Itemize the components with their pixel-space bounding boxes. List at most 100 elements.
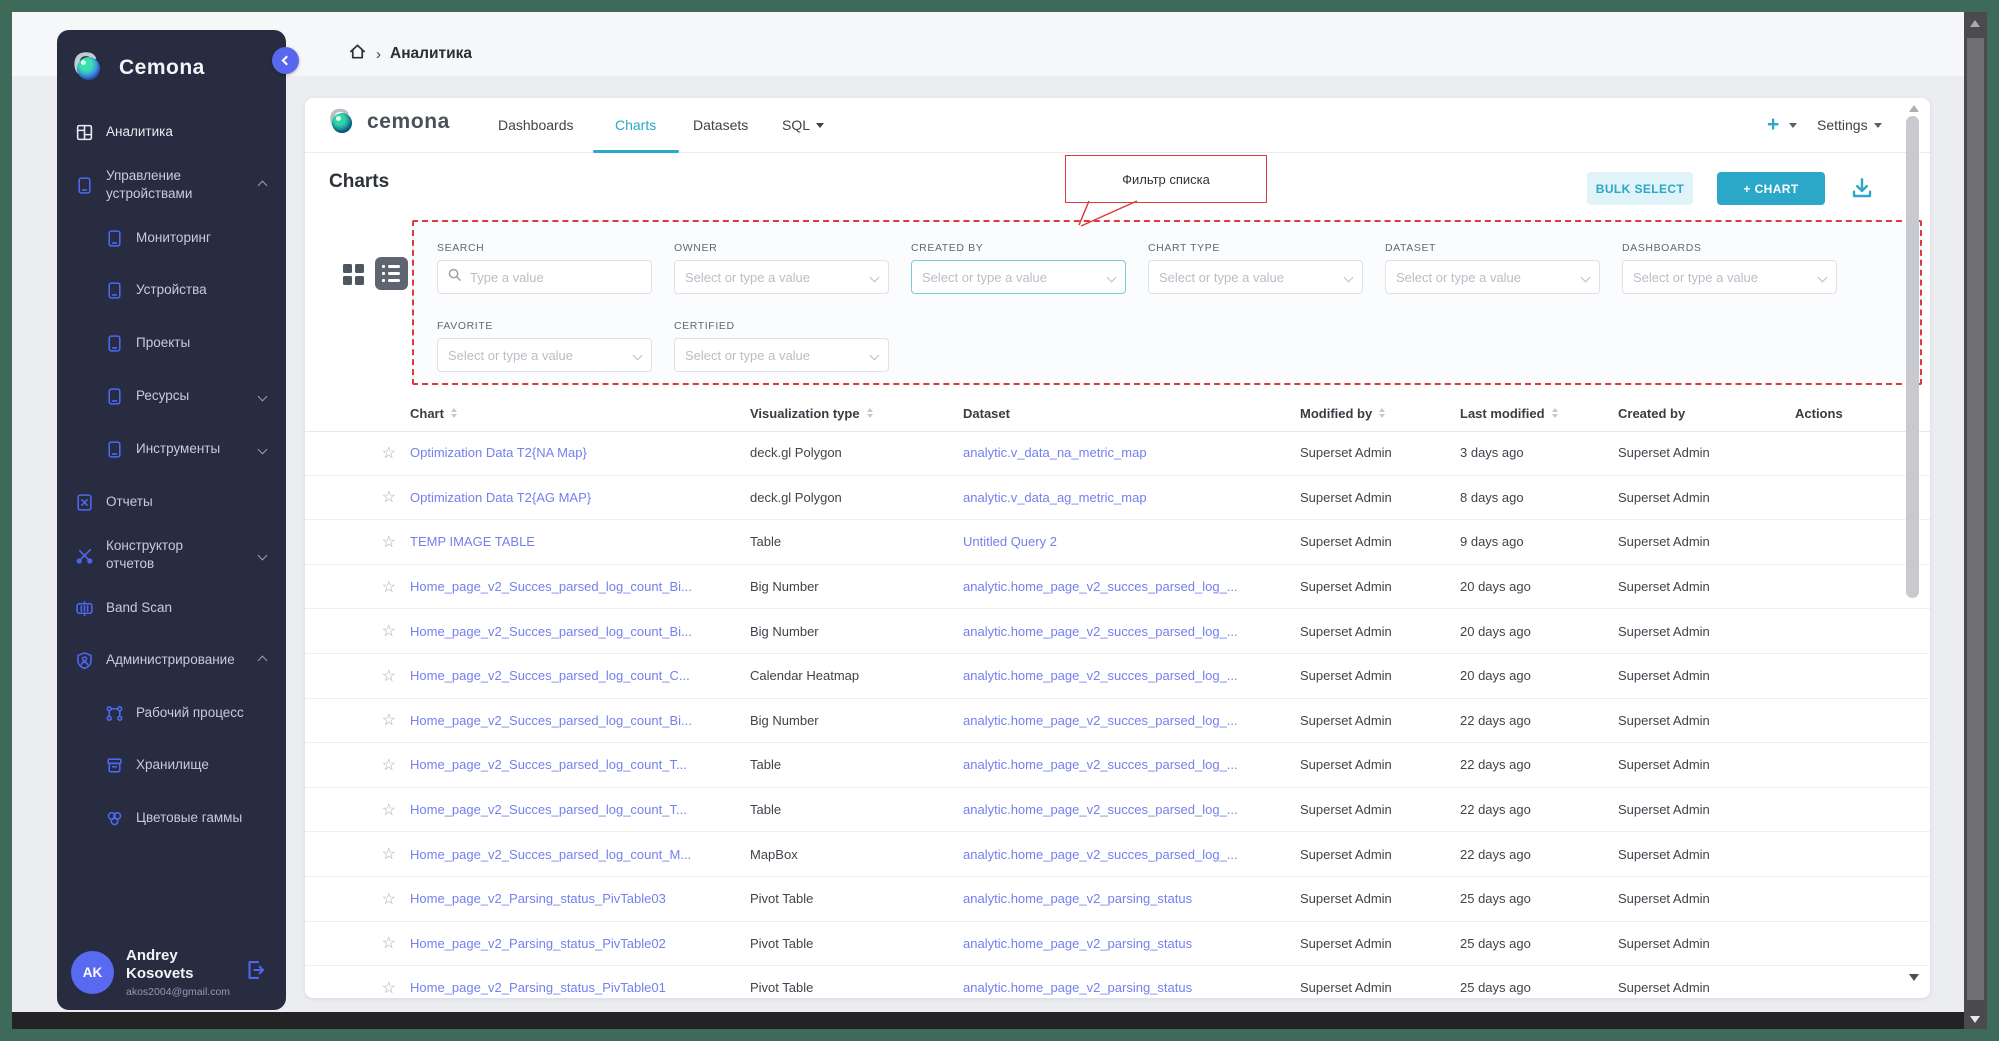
owner-select[interactable]: Select or type a value	[674, 260, 889, 294]
sidebar-collapse-button[interactable]	[272, 47, 299, 74]
favorite-star-button[interactable]: ☆	[382, 443, 410, 463]
dataset-link[interactable]: analytic.home_page_v2_parsing_status	[963, 891, 1300, 906]
scrollbar-thumb[interactable]	[1967, 38, 1984, 1000]
tab-dashboards[interactable]: Dashboards	[498, 98, 574, 152]
caret-down-icon	[816, 123, 824, 128]
logout-icon[interactable]	[244, 959, 266, 986]
chevron-down-icon	[259, 546, 266, 564]
sidebar-item-label: Аналитика	[106, 123, 173, 141]
sidebar-item-projects[interactable]: Проекты	[57, 325, 286, 361]
chart-link[interactable]: Optimization Data T2{NA Map}	[410, 445, 750, 460]
favorite-star-button[interactable]: ☆	[382, 710, 410, 730]
chart-link[interactable]: Home_page_v2_Succes_parsed_log_count_Bi.…	[410, 713, 750, 728]
home-icon[interactable]	[348, 42, 367, 66]
sidebar-item-color-schemes[interactable]: Цветовые гаммы	[57, 800, 286, 836]
dataset-link[interactable]: analytic.v_data_ag_metric_map	[963, 490, 1300, 505]
sidebar-item-reports[interactable]: Отчеты	[57, 484, 286, 520]
chart-link[interactable]: Home_page_v2_Succes_parsed_log_count_Bi.…	[410, 579, 750, 594]
dataset-link[interactable]: analytic.home_page_v2_succes_parsed_log_…	[963, 847, 1300, 862]
chart-link[interactable]: Home_page_v2_Succes_parsed_log_count_T..…	[410, 757, 750, 772]
user-profile[interactable]: AK Andrey Kosovets akos2004@gmail.com	[71, 947, 276, 999]
add-chart-button[interactable]: + CHART	[1717, 172, 1825, 205]
column-header-viz-type[interactable]: Visualization type	[750, 406, 963, 421]
column-header-last-modified[interactable]: Last modified	[1460, 406, 1618, 421]
modified-by: Superset Admin	[1300, 668, 1460, 683]
window-bottom-edge	[12, 1012, 1987, 1029]
dataset-link[interactable]: analytic.home_page_v2_succes_parsed_log_…	[963, 579, 1300, 594]
settings-menu[interactable]: Settings	[1817, 98, 1882, 152]
favorite-star-button[interactable]: ☆	[382, 532, 410, 552]
favorite-star-button[interactable]: ☆	[382, 889, 410, 909]
chart-link[interactable]: Home_page_v2_Succes_parsed_log_count_C..…	[410, 668, 750, 683]
column-header-modified-by[interactable]: Modified by	[1300, 406, 1460, 421]
favorite-star-button[interactable]: ☆	[382, 800, 410, 820]
favorite-star-button[interactable]: ☆	[382, 844, 410, 864]
chart-link[interactable]: Optimization Data T2{AG MAP}	[410, 490, 750, 505]
dataset-link[interactable]: analytic.home_page_v2_parsing_status	[963, 936, 1300, 951]
dataset-link[interactable]: analytic.home_page_v2_succes_parsed_log_…	[963, 668, 1300, 683]
chart-link[interactable]: Home_page_v2_Succes_parsed_log_count_T..…	[410, 802, 750, 817]
sidebar-item-workflow[interactable]: Рабочий процесс	[57, 695, 286, 731]
favorite-star-button[interactable]: ☆	[382, 933, 410, 953]
column-header-chart[interactable]: Chart	[410, 406, 750, 421]
dataset-link[interactable]: analytic.v_data_na_metric_map	[963, 445, 1300, 460]
filter-label: CHART TYPE	[1148, 242, 1363, 254]
tab-charts[interactable]: Charts	[615, 98, 656, 152]
scroll-down-arrow[interactable]	[1970, 1016, 1980, 1023]
chart-type-select[interactable]: Select or type a value	[1148, 260, 1363, 294]
dataset-link[interactable]: analytic.home_page_v2_succes_parsed_log_…	[963, 624, 1300, 639]
created-by: Superset Admin	[1618, 534, 1795, 549]
sidebar-item-storage[interactable]: Хранилище	[57, 747, 286, 783]
favorite-star-button[interactable]: ☆	[382, 487, 410, 507]
sidebar-item-monitoring[interactable]: Мониторинг	[57, 220, 286, 256]
card-view-button[interactable]	[343, 264, 364, 285]
dashboards-select[interactable]: Select or type a value	[1622, 260, 1837, 294]
dataset-link[interactable]: analytic.home_page_v2_succes_parsed_log_…	[963, 713, 1300, 728]
chart-link[interactable]: Home_page_v2_Succes_parsed_log_count_Bi.…	[410, 624, 750, 639]
tab-datasets[interactable]: Datasets	[693, 98, 748, 152]
sidebar-item-report-builder[interactable]: Конструктор отчетов	[57, 537, 286, 573]
sidebar-item-label: Отчеты	[106, 493, 153, 511]
sidebar-item-resources[interactable]: Ресурсы	[57, 378, 286, 414]
scroll-up-arrow[interactable]	[1970, 20, 1980, 27]
download-icon[interactable]	[1850, 176, 1874, 205]
chart-link[interactable]: Home_page_v2_Parsing_status_PivTable01	[410, 980, 750, 995]
chart-link[interactable]: Home_page_v2_Parsing_status_PivTable02	[410, 936, 750, 951]
add-new-button[interactable]: +	[1767, 98, 1797, 152]
favorite-select[interactable]: Select or type a value	[437, 338, 652, 372]
certified-select[interactable]: Select or type a value	[674, 338, 889, 372]
chart-link[interactable]: TEMP IMAGE TABLE	[410, 534, 750, 549]
filter-label: CREATED BY	[911, 242, 1126, 254]
panel-scrollbar[interactable]	[1906, 116, 1919, 598]
modified-by: Superset Admin	[1300, 891, 1460, 906]
sidebar-item-administration[interactable]: Администрирование	[57, 642, 286, 678]
dataset-link[interactable]: Untitled Query 2	[963, 534, 1300, 549]
sidebar-item-band-scan[interactable]: Band Scan	[57, 590, 286, 626]
filter-label: CERTIFIED	[674, 320, 889, 332]
chart-link[interactable]: Home_page_v2_Parsing_status_PivTable03	[410, 891, 750, 906]
panel-scroll-down-arrow[interactable]	[1909, 974, 1919, 981]
bulk-select-button[interactable]: BULK SELECT	[1587, 172, 1693, 205]
dataset-link[interactable]: analytic.home_page_v2_succes_parsed_log_…	[963, 757, 1300, 772]
dataset-select[interactable]: Select or type a value	[1385, 260, 1600, 294]
sidebar-item-devices[interactable]: Устройства	[57, 272, 286, 308]
chart-link[interactable]: Home_page_v2_Succes_parsed_log_count_M..…	[410, 847, 750, 862]
tablet-icon	[104, 440, 124, 459]
favorite-star-button[interactable]: ☆	[382, 978, 410, 998]
favorite-star-button[interactable]: ☆	[382, 621, 410, 641]
sidebar-item-tools[interactable]: Инструменты	[57, 431, 286, 467]
panel-scroll-up-arrow[interactable]	[1909, 105, 1919, 112]
sidebar-item-device-management[interactable]: Управление устройствами	[57, 161, 286, 209]
dataset-link[interactable]: analytic.home_page_v2_succes_parsed_log_…	[963, 802, 1300, 817]
favorite-star-button[interactable]: ☆	[382, 755, 410, 775]
dataset-link[interactable]: analytic.home_page_v2_parsing_status	[963, 980, 1300, 995]
tab-sql[interactable]: SQL	[782, 98, 824, 152]
favorite-star-button[interactable]: ☆	[382, 577, 410, 597]
created-by-select[interactable]: Select or type a value	[911, 260, 1126, 294]
list-view-button[interactable]	[375, 257, 408, 290]
browser-scrollbar[interactable]	[1964, 12, 1987, 1029]
search-input[interactable]	[468, 269, 648, 286]
last-modified: 25 days ago	[1460, 891, 1618, 906]
favorite-star-button[interactable]: ☆	[382, 666, 410, 686]
sidebar-item-analytics[interactable]: Аналитика	[57, 114, 286, 150]
